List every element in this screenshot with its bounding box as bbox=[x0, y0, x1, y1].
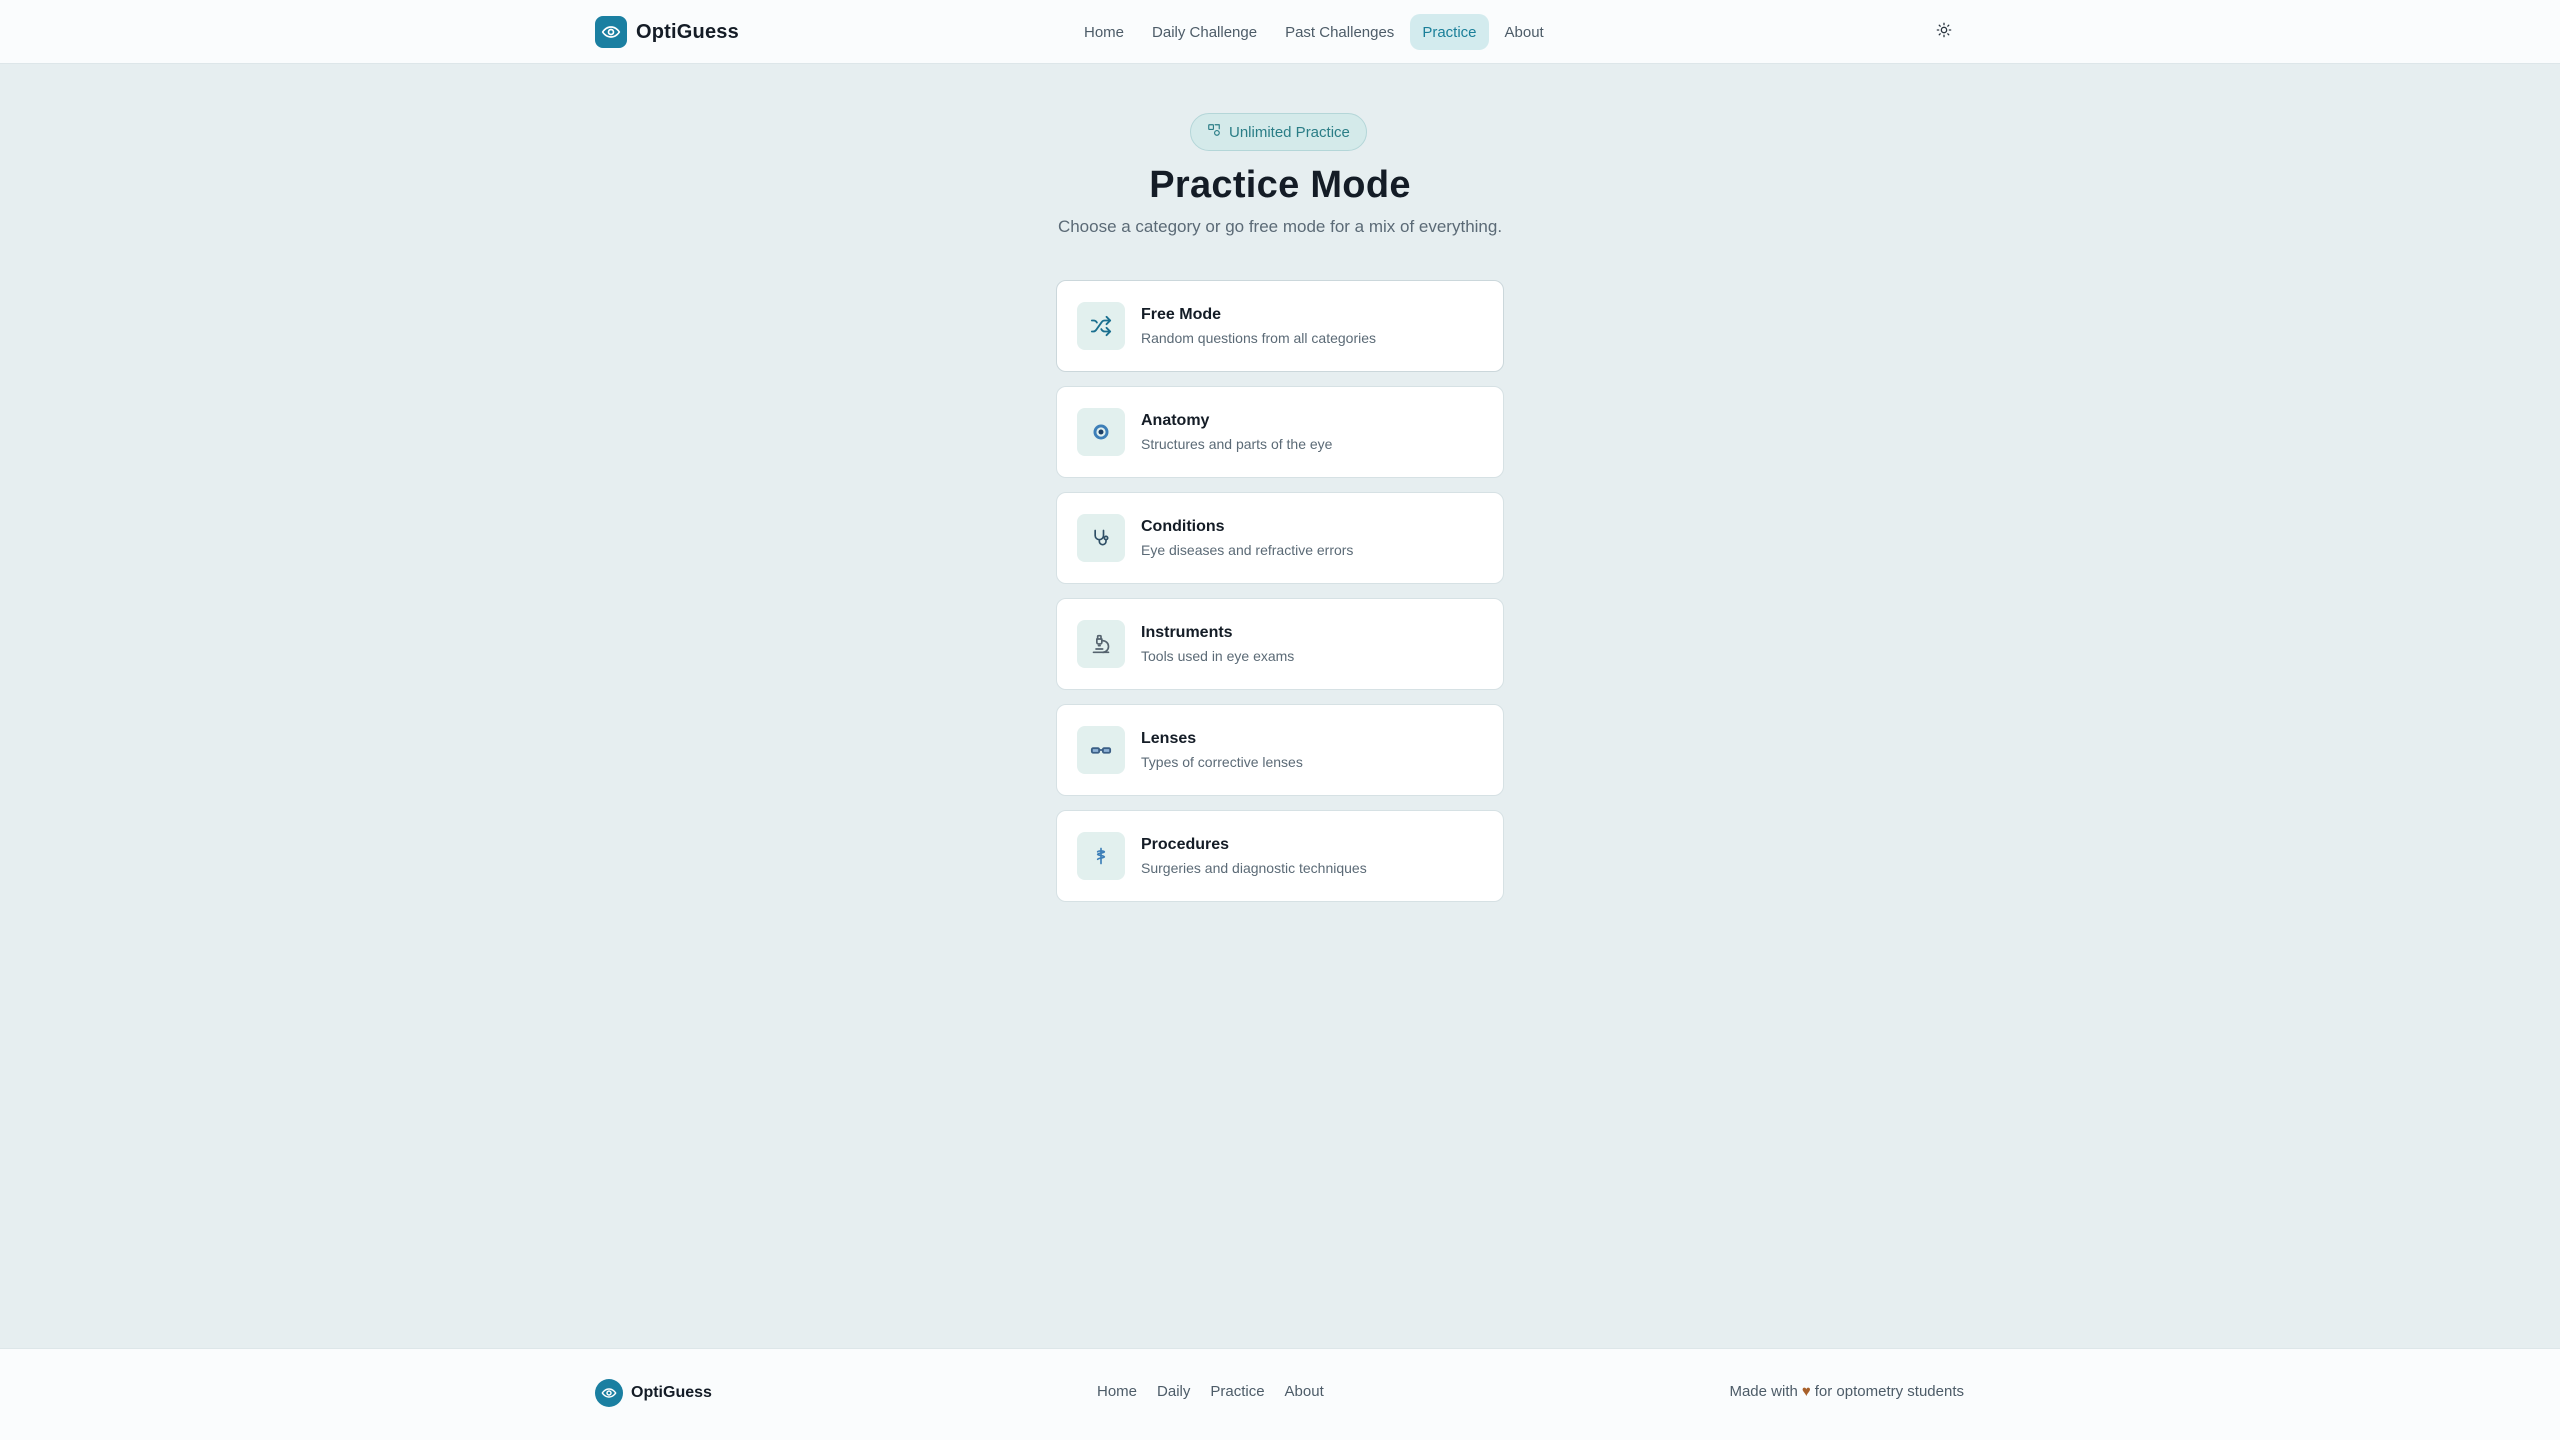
category-card-free-mode[interactable]: Free Mode Random questions from all cate… bbox=[1056, 280, 1504, 372]
card-description: Eye diseases and refractive errors bbox=[1141, 542, 1354, 558]
footer-link-about[interactable]: About bbox=[1285, 1383, 1324, 1400]
theme-toggle-button[interactable] bbox=[1928, 16, 1960, 48]
eye-logo-icon bbox=[595, 1379, 623, 1407]
badge-label: Unlimited Practice bbox=[1229, 123, 1350, 141]
nav-practice[interactable]: Practice bbox=[1410, 14, 1489, 50]
shuffle-icon bbox=[1077, 302, 1125, 350]
category-card-procedures[interactable]: Procedures Surgeries and diagnostic tech… bbox=[1056, 810, 1504, 902]
stethoscope-icon bbox=[1077, 514, 1125, 562]
footer-link-daily[interactable]: Daily bbox=[1157, 1383, 1190, 1400]
page-title: Practice Mode bbox=[1149, 164, 1411, 206]
nav-home[interactable]: Home bbox=[1072, 14, 1136, 50]
shapes-icon bbox=[1207, 123, 1221, 141]
card-title: Lenses bbox=[1141, 730, 1197, 747]
unlimited-practice-badge: Unlimited Practice bbox=[1190, 113, 1367, 151]
main-nav: Home Daily Challenge Past Challenges Pra… bbox=[1072, 14, 1556, 50]
sun-icon bbox=[1936, 22, 1952, 43]
footer: OptiGuess Home Daily Practice About Made… bbox=[0, 1348, 2560, 1440]
category-card-instruments[interactable]: Instruments Tools used in eye exams bbox=[1056, 598, 1504, 690]
card-description: Tools used in eye exams bbox=[1141, 648, 1295, 664]
card-title: Instruments bbox=[1141, 624, 1233, 641]
nav-past-challenges[interactable]: Past Challenges bbox=[1273, 14, 1406, 50]
nav-daily-challenge[interactable]: Daily Challenge bbox=[1140, 14, 1269, 50]
eye-target-icon bbox=[1077, 408, 1125, 456]
card-description: Surgeries and diagnostic techniques bbox=[1141, 860, 1367, 876]
brand-name: OptiGuess bbox=[636, 20, 739, 43]
made-with-prefix: Made with bbox=[1729, 1383, 1798, 1400]
footer-made-with: Made with ♥ for optometry students bbox=[1729, 1383, 1964, 1400]
brand-logo-link[interactable]: OptiGuess bbox=[595, 16, 739, 48]
top-navbar: OptiGuess Home Daily Challenge Past Chal… bbox=[0, 0, 2560, 64]
made-with-suffix: for optometry students bbox=[1814, 1383, 1964, 1400]
footer-nav: Home Daily Practice About bbox=[1097, 1383, 1324, 1400]
category-card-anatomy[interactable]: Anatomy Structures and parts of the eye bbox=[1056, 386, 1504, 478]
category-card-lenses[interactable]: Lenses Types of corrective lenses bbox=[1056, 704, 1504, 796]
page-subtitle: Choose a category or go free mode for a … bbox=[1057, 217, 1503, 236]
footer-brand-link[interactable]: OptiGuess bbox=[595, 1379, 712, 1407]
microscope-icon bbox=[1077, 620, 1125, 668]
card-title: Free Mode bbox=[1141, 306, 1222, 323]
nav-about[interactable]: About bbox=[1493, 14, 1556, 50]
card-description: Types of corrective lenses bbox=[1141, 754, 1303, 770]
footer-link-home[interactable]: Home bbox=[1097, 1383, 1137, 1400]
category-list: Free Mode Random questions from all cate… bbox=[1056, 280, 1504, 916]
card-title: Anatomy bbox=[1141, 412, 1210, 429]
caduceus-icon bbox=[1077, 832, 1125, 880]
footer-brand-name: OptiGuess bbox=[631, 1384, 712, 1401]
category-card-conditions[interactable]: Conditions Eye diseases and refractive e… bbox=[1056, 492, 1504, 584]
heart-icon: ♥ bbox=[1801, 1383, 1811, 1400]
card-title: Conditions bbox=[1141, 518, 1225, 535]
footer-link-practice[interactable]: Practice bbox=[1210, 1383, 1264, 1400]
card-description: Structures and parts of the eye bbox=[1141, 436, 1333, 452]
glasses-icon bbox=[1077, 726, 1125, 774]
card-title: Procedures bbox=[1141, 836, 1230, 853]
eye-logo-icon bbox=[595, 16, 627, 48]
card-description: Random questions from all categories bbox=[1141, 330, 1377, 346]
